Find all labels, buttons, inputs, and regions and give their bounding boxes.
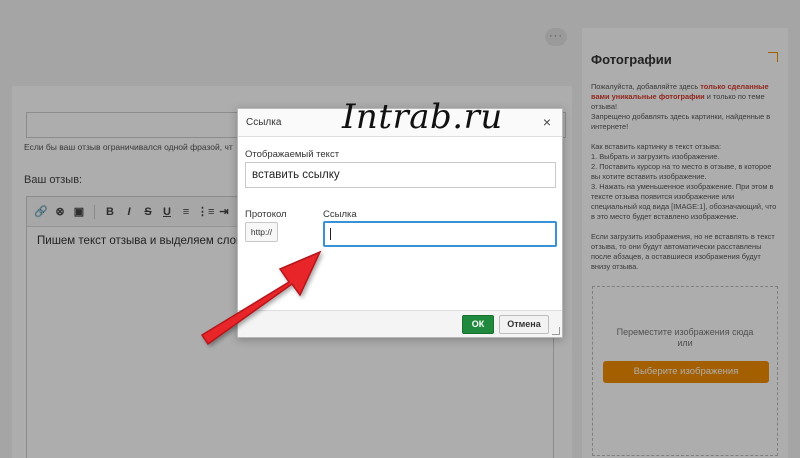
arrow-shape: [200, 250, 322, 346]
red-arrow-icon: [200, 250, 322, 346]
